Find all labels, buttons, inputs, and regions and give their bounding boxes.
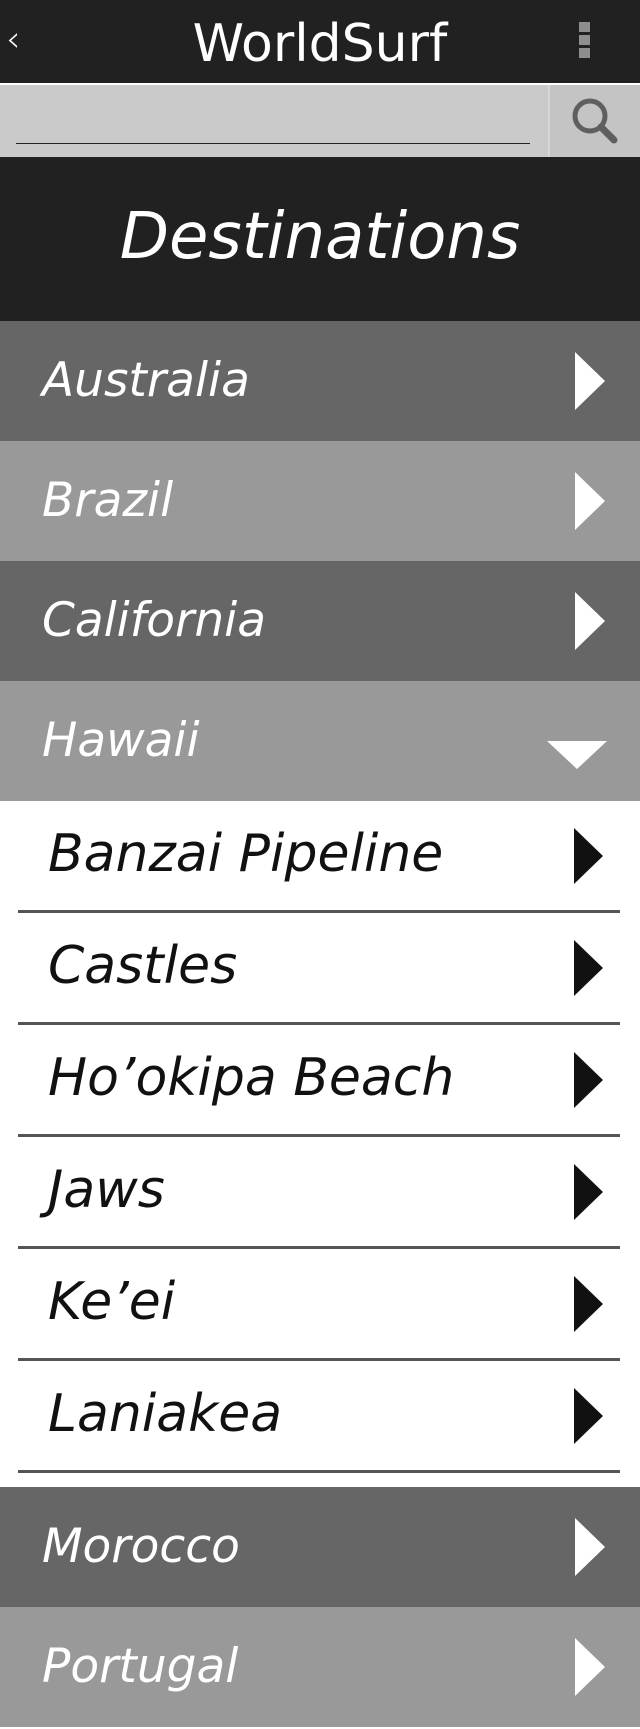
chevron-down-icon [547, 741, 607, 769]
overflow-menu-icon[interactable] [579, 22, 591, 62]
spot-row-banzai-pipeline[interactable]: Banzai Pipeline [0, 801, 640, 913]
spot-row-hookipa-beach[interactable]: Ho’okipa Beach [0, 1025, 640, 1137]
menu-dot [579, 48, 590, 58]
country-label: Morocco [42, 1519, 240, 1574]
spot-label: Banzai Pipeline [48, 824, 444, 884]
chevron-right-icon [575, 1638, 605, 1696]
country-row-australia[interactable]: Australia [0, 321, 640, 441]
spot-row-jaws[interactable]: Jaws [0, 1137, 640, 1249]
chevron-right-icon [574, 1052, 603, 1108]
search-button[interactable] [548, 85, 640, 157]
chevron-right-icon [575, 1518, 605, 1576]
chevron-right-icon [574, 940, 603, 996]
chevron-right-icon [574, 1164, 603, 1220]
country-label: California [42, 593, 267, 648]
app-bar: ‹ WorldSurf [0, 0, 640, 83]
chevron-right-icon [574, 1276, 603, 1332]
menu-dot [579, 35, 590, 45]
spot-row-keei[interactable]: Ke’ei [0, 1249, 640, 1361]
country-row-morocco[interactable]: Morocco [0, 1487, 640, 1607]
page-header: Destinations [0, 157, 640, 321]
menu-dot [579, 22, 590, 32]
chevron-right-icon [575, 352, 605, 410]
app-title: WorldSurf [192, 14, 448, 74]
spot-row-laniakea[interactable]: Laniakea [0, 1361, 640, 1473]
country-label: Portugal [42, 1639, 239, 1694]
search-bar [0, 85, 640, 157]
spot-label: Castles [48, 936, 238, 996]
spot-label: Ke’ei [48, 1272, 176, 1332]
search-icon [572, 98, 618, 144]
row-divider [18, 1470, 620, 1473]
country-row-california[interactable]: California [0, 561, 640, 681]
chevron-right-icon [575, 472, 605, 530]
search-input[interactable] [16, 95, 530, 144]
country-label: Brazil [42, 473, 174, 528]
spot-row-castles[interactable]: Castles [0, 913, 640, 1025]
page-title: Destinations [119, 200, 521, 274]
chevron-right-icon [575, 592, 605, 650]
country-row-hawaii[interactable]: Hawaii [0, 681, 640, 801]
country-row-brazil[interactable]: Brazil [0, 441, 640, 561]
spot-label: Ho’okipa Beach [48, 1048, 455, 1108]
spot-label: Jaws [48, 1160, 165, 1220]
country-row-portugal[interactable]: Portugal [0, 1607, 640, 1727]
chevron-right-icon [574, 828, 603, 884]
country-label: Hawaii [42, 713, 200, 768]
country-label: Australia [42, 353, 250, 408]
spot-label: Laniakea [48, 1384, 283, 1444]
chevron-right-icon [574, 1388, 603, 1444]
